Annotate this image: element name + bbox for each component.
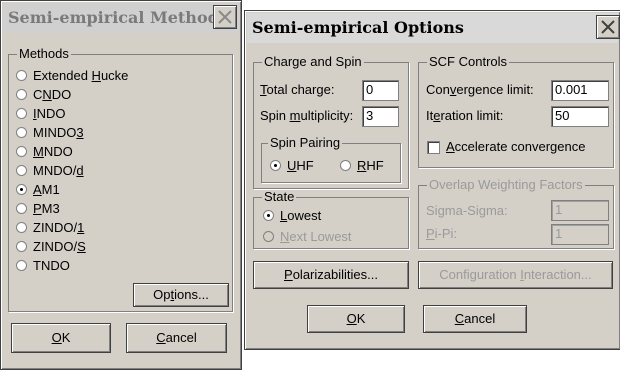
spin-multiplicity-label: Spin multiplicity: <box>260 108 354 123</box>
close-icon <box>601 20 615 34</box>
sigma-sigma-label: Sigma-Sigma: <box>426 203 508 218</box>
options-dialog-close-button[interactable] <box>596 15 620 39</box>
total-charge-label: Total charge: <box>260 82 335 97</box>
iteration-limit-label: Iteration limit: <box>426 108 504 123</box>
charge-spin-group-label: Charge and Spin <box>262 54 364 69</box>
method-dialog-close-button[interactable] <box>213 5 237 29</box>
uhf-radio-indicator <box>270 160 281 171</box>
options-dialog-titlebar[interactable]: Semi-empirical Options <box>247 13 618 43</box>
method-ok-button[interactable]: OK <box>11 323 111 353</box>
method-radio-indicator <box>16 241 27 252</box>
options-button[interactable]: Options... <box>133 283 229 307</box>
method-cancel-button[interactable]: Cancel <box>126 323 227 353</box>
method-radio-indicator <box>16 127 27 138</box>
method-radio-indicator <box>16 184 27 195</box>
state-group: State Lowest Next Lowest <box>253 190 409 249</box>
method-radio-indicator <box>16 222 27 233</box>
lowest-radio-indicator <box>263 210 274 221</box>
overlap-weighting-group-label: Overlap Weighting Factors <box>427 177 585 192</box>
spin-pairing-group: Spin Pairing UHF RHF <box>261 136 401 183</box>
method-radio-indicator <box>16 89 27 100</box>
options-dialog-title: Semi-empirical Options <box>252 18 464 37</box>
scf-controls-group-label: SCF Controls <box>427 54 510 69</box>
method-radio-label: INDO <box>33 106 66 121</box>
method-radio-indicator <box>16 108 27 119</box>
scf-controls-group: SCF Controls Convergence limit: 0.001 It… <box>418 55 614 168</box>
method-dialog-title: Semi-empirical Method <box>8 8 219 27</box>
polarizabilities-button[interactable]: Polarizabilities... <box>253 261 409 289</box>
convergence-limit-input[interactable]: 0.001 <box>551 80 609 101</box>
options-cancel-button[interactable]: Cancel <box>423 305 527 333</box>
convergence-limit-label: Convergence limit: <box>426 82 534 97</box>
state-group-label: State <box>262 189 297 204</box>
method-radio-indicator <box>16 146 27 157</box>
method-radio-label: AM1 <box>33 182 60 197</box>
next-lowest-radio-indicator <box>263 231 274 242</box>
method-radio-label: ZINDO/1 <box>33 220 85 235</box>
semi-empirical-method-dialog: Semi-empirical Method Methods Extended H… <box>0 0 242 370</box>
accelerate-convergence-label[interactable]: Accelerate convergence <box>446 139 585 155</box>
close-icon <box>218 10 232 24</box>
pi-pi-label: Pi-Pi: <box>426 226 458 241</box>
method-radio-label: CNDO <box>33 87 72 102</box>
overlap-weighting-group: Overlap Weighting Factors Sigma-Sigma: 1… <box>418 178 614 249</box>
total-charge-input[interactable]: 0 <box>362 80 399 101</box>
method-radio-indicator <box>16 165 27 176</box>
options-ok-button[interactable]: OK <box>307 305 405 333</box>
method-radio-label: TNDO <box>33 258 70 273</box>
pi-pi-input[interactable]: 1 <box>551 224 609 245</box>
method-radio-label: MNDO <box>33 144 73 159</box>
accelerate-convergence-checkbox[interactable] <box>427 141 440 154</box>
method-radio-label: PM3 <box>33 201 60 216</box>
rhf-radio-indicator <box>340 160 351 171</box>
method-radio-indicator <box>16 203 27 214</box>
charge-spin-group: Charge and Spin Total charge: 0 Spin mul… <box>253 55 409 189</box>
configuration-interaction-button[interactable]: Configuration Interaction... <box>418 261 613 289</box>
method-radio-label: Extended Hucke <box>33 68 129 83</box>
iteration-limit-input[interactable]: 50 <box>551 106 609 127</box>
spin-pairing-group-label: Spin Pairing <box>268 135 343 150</box>
method-radio-label: ZINDO/S <box>33 239 86 254</box>
method-radio-label: MINDO3 <box>33 125 84 140</box>
methods-group-label: Methods <box>17 46 71 61</box>
method-dialog-titlebar[interactable]: Semi-empirical Method <box>3 3 239 33</box>
method-radio-indicator <box>16 70 27 81</box>
semi-empirical-options-dialog: Semi-empirical Options Charge and Spin T… <box>244 10 620 350</box>
method-radio-label: MNDO/d <box>33 163 84 178</box>
method-radio-indicator <box>16 260 27 271</box>
spin-multiplicity-input[interactable]: 3 <box>362 106 399 127</box>
methods-group: Methods Extended Hucke CNDO INDO MINDO3 MNDO… <box>8 47 233 312</box>
sigma-sigma-input[interactable]: 1 <box>551 200 609 221</box>
